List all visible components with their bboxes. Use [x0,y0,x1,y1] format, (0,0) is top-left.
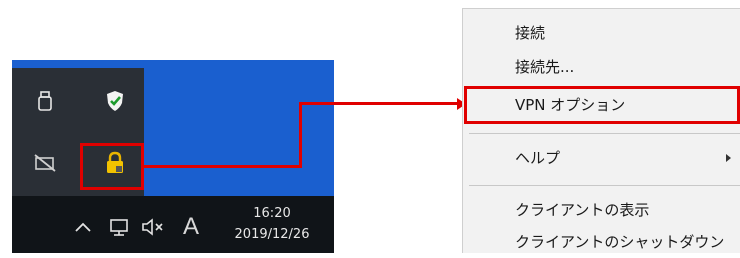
menu-item-connect-to[interactable]: 接続先... [463,51,740,83]
menu-item-help[interactable]: ヘルプ [463,142,740,174]
usb-device-icon[interactable] [32,88,58,114]
clock-time: 16:20 [253,206,291,221]
vpn-options-highlight [464,86,740,124]
menu-item-label: 接続 [515,24,546,42]
menu-item-label: クライアントの表示 [515,201,650,219]
connector-line-h1 [144,165,302,168]
volume-muted-icon[interactable] [138,214,170,240]
vpn-icon-highlight [80,143,144,190]
clock-date: 2019/12/26 [234,227,310,242]
show-hidden-icons-chevron-icon[interactable] [72,216,94,238]
connector-line-v [299,102,302,168]
taskbar-clock[interactable]: 16:20 2019/12/26 [214,203,330,249]
network-disconnected-icon[interactable] [32,150,58,176]
windows-security-shield-icon[interactable] [102,88,128,114]
menu-item-label: 接続先... [515,58,575,76]
vpn-context-menu: 接続 接続先... VPN オプション ヘルプ クライアントの表示 クライアント… [462,8,740,253]
submenu-arrow-icon [726,154,731,162]
menu-item-show-client[interactable]: クライアントの表示 [463,194,740,226]
menu-item-shutdown-client[interactable]: クライアントのシャットダウン [463,226,740,258]
menu-item-label: クライアントのシャットダウン [515,233,725,251]
ime-mode-icon[interactable]: A [176,212,206,242]
menu-item-label: ヘルプ [515,149,561,167]
menu-separator [469,133,740,134]
menu-separator [469,185,740,186]
connector-line-h2 [299,102,459,105]
network-icon[interactable] [106,214,132,240]
menu-item-connect[interactable]: 接続 [463,17,740,49]
